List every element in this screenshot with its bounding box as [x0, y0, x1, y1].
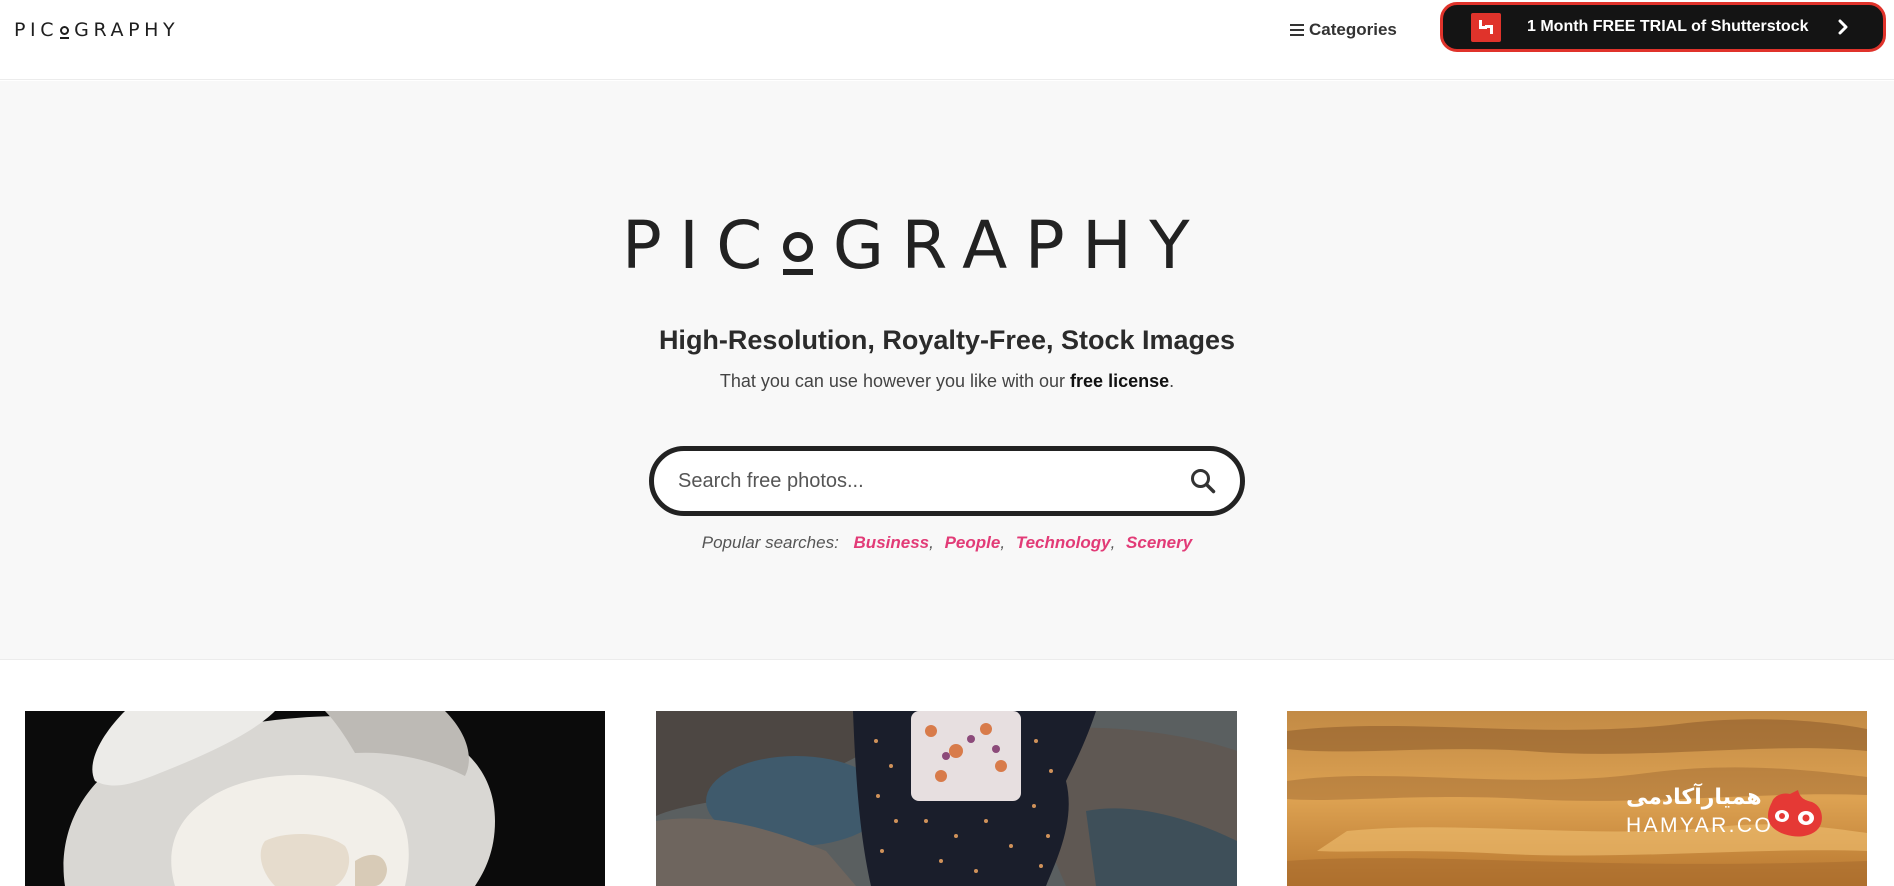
popular-tag-technology[interactable]: Technology — [1016, 533, 1111, 552]
trial-button-label: 1 Month FREE TRIAL of Shutterstock — [1527, 18, 1809, 35]
hero-logo: PIC GRAPHY — [622, 211, 1272, 281]
categories-label: Categories — [1309, 20, 1397, 39]
chevron-right-icon — [1838, 19, 1848, 35]
popular-tag-business[interactable]: Business — [854, 533, 930, 552]
tag-separator: , — [929, 533, 934, 552]
watermark-persian-text: همیارآکادمی — [1626, 784, 1762, 809]
popular-searches: Popular searches: Business, People, Tech… — [0, 533, 1894, 553]
logo-text-right: GRAPHY — [74, 19, 180, 41]
hero-logo-o-mark-icon — [780, 217, 816, 275]
search-box — [649, 446, 1245, 516]
popular-tag-people[interactable]: People — [945, 533, 1001, 552]
hero-subline: That you can use however you like with o… — [0, 371, 1894, 392]
photo-card-person-on-rocks[interactable] — [656, 711, 1237, 886]
tag-separator: , — [1110, 533, 1116, 552]
hamburger-menu-icon — [1290, 24, 1304, 36]
site-logo[interactable]: PIC GRAPHY — [14, 17, 179, 43]
shutterstock-logo-icon — [1471, 13, 1501, 42]
photo-card-white-rose[interactable] — [25, 711, 605, 886]
hamyar-logo-icon — [1768, 790, 1822, 837]
search-input[interactable] — [678, 461, 1158, 501]
shutterstock-trial-button[interactable]: 1 Month FREE TRIAL of Shutterstock — [1440, 2, 1886, 52]
popular-tag-scenery[interactable]: Scenery — [1126, 533, 1192, 552]
subline-suffix: . — [1169, 371, 1175, 391]
hamyar-watermark: همیارآکادمی HAMYAR.CO — [1618, 780, 1828, 840]
white-rose-image — [25, 711, 605, 886]
hero-tagline: High-Resolution, Royalty-Free, Stock Ima… — [658, 325, 1236, 355]
logo-o-mark-icon — [58, 22, 70, 39]
hero-logo-text-right: GRAPHY — [832, 207, 1208, 284]
hero-section: PIC GRAPHY High-Resolution, Royalty-Free… — [0, 81, 1894, 660]
search-icon[interactable] — [1190, 468, 1216, 494]
logo-text-left: PIC — [14, 19, 59, 41]
subline-prefix: That you can use however you like with o… — [719, 371, 1071, 391]
hero-logo-wordmark: PIC GRAPHY — [622, 213, 1207, 279]
popular-searches-label: Popular searches: — [701, 533, 839, 552]
hero-logo-text-left: PIC — [622, 207, 780, 284]
top-navigation-bar: PIC GRAPHY Categories 1 Month FREE TRIAL… — [0, 0, 1894, 80]
tag-separator: , — [1000, 533, 1006, 552]
categories-menu-button[interactable]: Categories — [1290, 17, 1397, 43]
site-logo-wordmark: PIC GRAPHY — [14, 19, 179, 41]
person-on-rocks-image — [656, 711, 1237, 886]
free-license-link[interactable]: free license — [1070, 371, 1169, 391]
watermark-english-text: HAMYAR.CO — [1626, 814, 1774, 837]
